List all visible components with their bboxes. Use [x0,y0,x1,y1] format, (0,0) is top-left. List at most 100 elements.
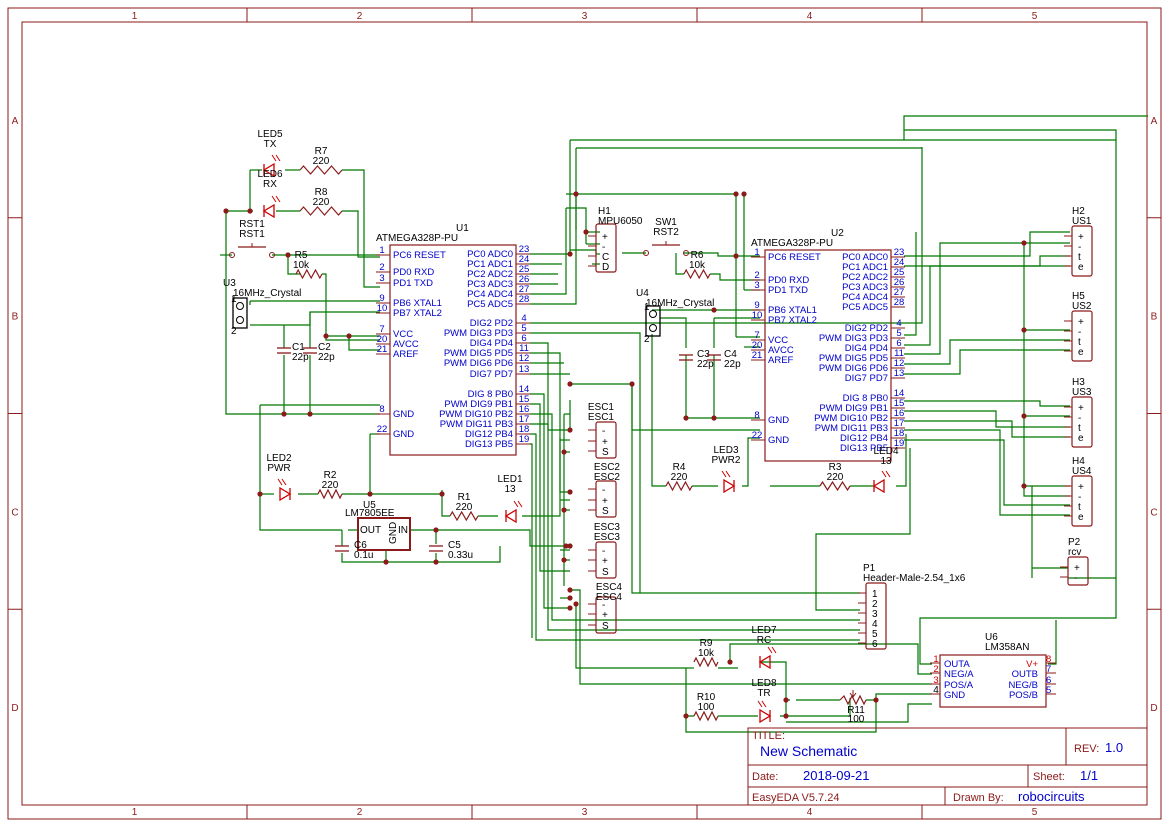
crystal-value: 16MHz_Crystal [233,288,301,299]
pin-name: GND [944,690,965,701]
header-value: ESC3 [594,532,621,543]
header-pin-label: S [602,447,609,458]
junction-dot [247,208,253,214]
sheet-number: 1/1 [1080,768,1098,783]
wire [904,255,1070,267]
drawn-by: robocircuits [1018,789,1085,804]
led-rays [757,700,767,708]
header-value: ESC4 [596,592,623,603]
pin-name: GND [393,409,414,420]
wire [904,400,1070,407]
wires [220,115,1148,733]
pin-name: GND [393,429,414,440]
junction-dot [383,559,389,565]
header-pin-label: S [602,506,609,517]
pin-number: 19 [519,434,530,445]
junction-dot [567,605,573,611]
pin-number: 1 [754,247,759,258]
wire [530,413,860,621]
wire [530,140,571,255]
header-pin-label: + [602,610,608,621]
wire [260,311,380,326]
u4-crystal: U416MHz_Crystal12 [636,288,714,345]
pin-number: 2 [933,664,938,675]
pin-number: 7 [1046,664,1051,675]
header-pin-label: - [602,426,605,437]
pin-name: IN [398,525,408,536]
wire [710,273,760,281]
junction-dot [727,659,733,665]
date-label: Date: [752,771,778,783]
cap-value: 22p [724,359,741,370]
pin-name: PC5 ADC5 [842,302,888,313]
column-label-bottom: 5 [1032,807,1038,818]
junction-dot [1021,327,1027,333]
pin-number: 21 [377,344,388,355]
wire [410,529,437,544]
wire [742,437,760,487]
resistor-value: 220 [827,472,844,483]
pin-name: DIG7 PD7 [470,369,513,380]
r8-resistor: R8220 [299,187,343,216]
wire [904,231,1070,257]
junction-dot [683,415,689,421]
h5-us2: H5US2+-te [1064,291,1093,362]
pin-number: 21 [752,350,763,361]
header-value: Header-Male-2.54_1x6 [863,573,966,584]
pin-name: OUT [360,525,381,536]
wire [1023,486,1070,497]
u6-lm358: U6LM358AN1 OUTA2 NEG/A3 POS/A4 GND8V+ 7OUTB6N… [930,632,1056,708]
led-triangle [279,486,292,502]
c6-capacitor: C60.1u [335,540,373,561]
junction-dot [433,559,439,565]
led-value: 13 [504,484,516,495]
junction-dot [285,252,291,258]
row-label-left: D [11,703,18,714]
header-pin-label: - [602,485,605,496]
header-pin-label: S [602,621,609,632]
wire [530,208,567,295]
resistor-value: 220 [313,197,330,208]
pin-name: GND [388,522,399,544]
pin-name: PD1 TXD [393,278,433,289]
wire [1023,243,1070,487]
resistor-symbol [693,656,719,668]
pin-number: 28 [894,297,905,308]
pin-number: 28 [519,294,530,305]
header-pin-label: e [1078,347,1084,358]
pin-number: 4 [933,685,939,696]
led-value: TX [264,139,277,150]
junction-dot [629,381,635,387]
header-pin-label: e [1078,512,1084,523]
pin-number: 2 [379,262,384,273]
schematic-title: New Schematic [760,743,857,759]
tool-name: EasyEDA V5.7.24 [752,792,839,804]
pin-name: PD1 TXD [768,285,808,296]
wire [342,210,380,258]
row-label-left: A [12,116,19,127]
wire [904,265,1070,346]
resistor-value: 10k [293,260,310,271]
header-pin-label: S [602,567,609,578]
row-label-right: A [1151,116,1158,127]
header-value: US1 [1072,216,1092,227]
pin-number: 10 [752,310,763,321]
crystal-pin [236,316,244,324]
resistor-symbol [299,206,343,216]
wire [904,410,1070,428]
wire [904,429,1070,516]
resistor-symbol [693,710,719,722]
row-label-left: C [11,507,18,518]
led-rays [881,470,891,478]
wire [570,249,597,254]
row-label-right: D [1150,703,1157,714]
led3-pwr2: LED3PWR2 [712,445,741,494]
r3-resistor: R3220 [819,462,851,492]
wire [685,668,694,717]
u2-atmega328p: U2ATMEGA328P-PU1 PC6 RESET2 PD0 RXD3 PD1 TX… [751,228,905,462]
wire [322,273,380,337]
junction-dot [561,557,567,563]
pin-name: OUTB [1012,669,1038,680]
title-label: TITLE: [752,730,785,742]
junction-dot [281,411,287,417]
